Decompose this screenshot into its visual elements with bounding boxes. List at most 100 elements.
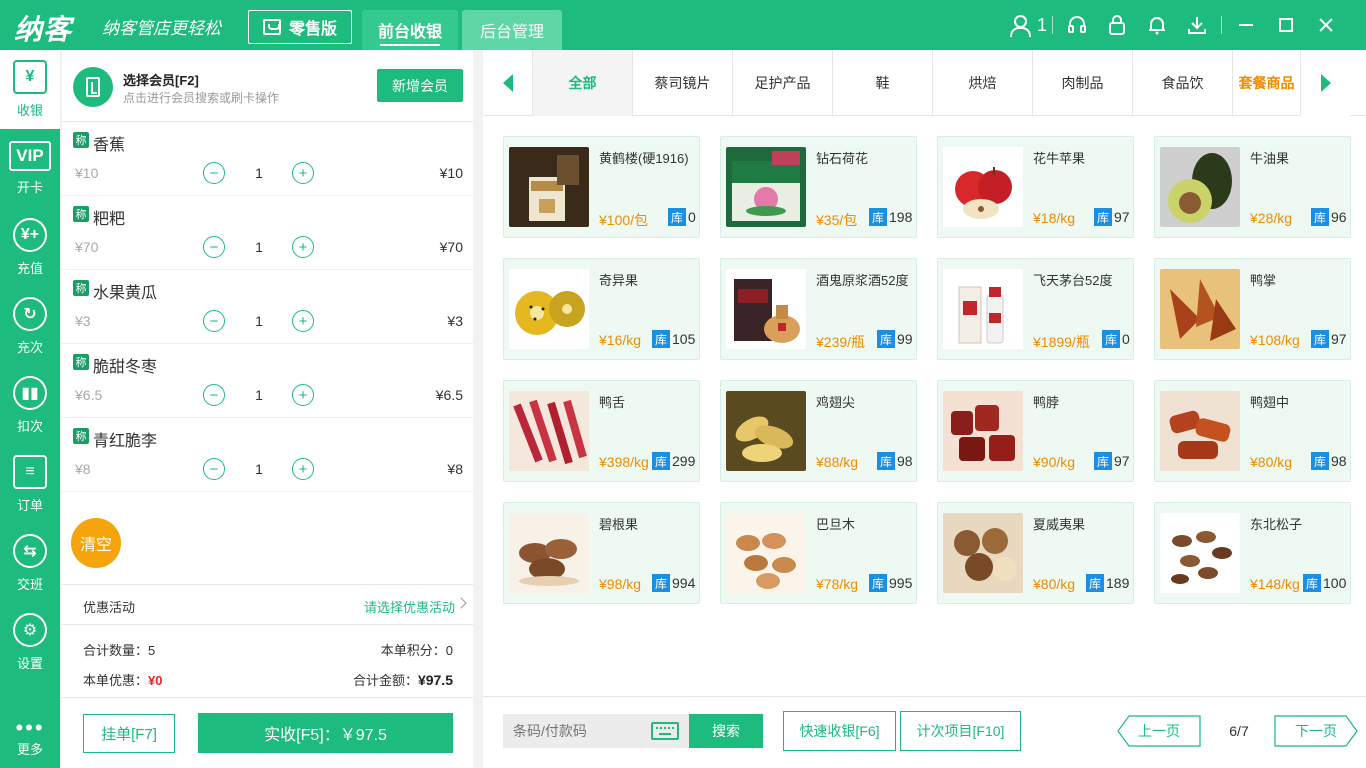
product-card[interactable]: 牛油果 ¥28/kg 库 96: [1154, 136, 1351, 238]
lock-icon[interactable]: [1097, 0, 1137, 50]
search-button[interactable]: 搜索: [689, 714, 763, 748]
increase-qty-button[interactable]: +: [292, 458, 314, 480]
maximize-icon: [1279, 18, 1293, 32]
increase-qty-button[interactable]: +: [292, 236, 314, 258]
retail-edition-button[interactable]: 零售版: [248, 10, 352, 44]
product-card[interactable]: 鸭翅中 ¥80/kg 库 98: [1154, 380, 1351, 482]
nav-orders[interactable]: ≡ 订单: [0, 445, 60, 524]
product-card[interactable]: 黄鹤楼(硬1916) ¥100/包 库 0: [503, 136, 700, 238]
prev-page-button[interactable]: 上一页: [1117, 715, 1201, 747]
next-page-button[interactable]: 下一页: [1274, 715, 1358, 747]
cart-item[interactable]: 称水果黄瓜 ¥3−1 + ¥3: [62, 270, 473, 344]
category-tab[interactable]: 蔡司镜片: [633, 50, 733, 116]
maximize-button[interactable]: [1266, 0, 1306, 50]
tab-back-office[interactable]: 后台管理: [462, 10, 562, 50]
cart-item[interactable]: 称香蕉 ¥10 − 1 + ¥10: [62, 122, 473, 196]
promotion-select[interactable]: 请选择优惠活动: [364, 597, 455, 616]
nav-settings[interactable]: ⚙ 设置: [0, 603, 60, 682]
promotion-row[interactable]: 优惠活动 请选择优惠活动: [62, 584, 473, 625]
user-menu[interactable]: 1: [1008, 0, 1048, 50]
keyboard-icon[interactable]: [651, 722, 679, 740]
category-tab[interactable]: 鞋: [833, 50, 933, 116]
product-card[interactable]: 飞天茅台52度 ¥1899/瓶库 0: [937, 258, 1134, 360]
decrease-qty-button[interactable]: −: [203, 310, 225, 332]
product-thumbnail: [726, 269, 806, 349]
nav-more[interactable]: ••• 更多: [0, 715, 60, 758]
title-bar: 纳客 纳客管店更轻松 零售版 前台收银 后台管理 1: [0, 0, 1366, 50]
download-icon[interactable]: [1177, 0, 1217, 50]
tab-front-cashier[interactable]: 前台收银: [362, 10, 458, 50]
nav-recharge[interactable]: ¥+ 充值: [0, 208, 60, 287]
new-member-button[interactable]: 新增会员: [377, 69, 463, 102]
product-card[interactable]: 东北松子 ¥148/kg 库 100: [1154, 502, 1351, 604]
cart-item-qty[interactable]: 1: [247, 461, 271, 477]
category-tab[interactable]: 全部: [533, 50, 633, 116]
minimize-button[interactable]: [1226, 0, 1266, 50]
decrease-qty-button[interactable]: −: [203, 384, 225, 406]
product-card[interactable]: 巴旦木 ¥78/kg 库 995: [720, 502, 917, 604]
nav-cashier[interactable]: ¥ 收银: [0, 50, 60, 129]
product-card[interactable]: 奇异果 ¥16/kg 库 105: [503, 258, 700, 360]
nav-open-card[interactable]: VIP 开卡: [0, 129, 60, 208]
cart-item[interactable]: 称青红脆李 ¥8−1 + ¥8: [62, 418, 473, 492]
product-card[interactable]: 鸭掌 ¥108/kg 库 97: [1154, 258, 1351, 360]
product-card[interactable]: 夏威夷果 ¥80/kg 库 189: [937, 502, 1134, 604]
hold-order-button[interactable]: 挂单[F7]: [83, 714, 175, 753]
category-tab[interactable]: 肉制品: [1033, 50, 1133, 116]
decrease-qty-button[interactable]: −: [203, 236, 225, 258]
cart-item-name: 水果黄瓜: [93, 285, 158, 302]
category-tab[interactable]: 食品饮: [1133, 50, 1233, 116]
deduct-times-icon: ▮▮: [13, 376, 47, 410]
clear-cart-button[interactable]: 清空: [71, 518, 121, 568]
category-prev-button[interactable]: [483, 50, 533, 116]
product-card[interactable]: 鸭脖 ¥90/kg 库 97: [937, 380, 1134, 482]
member-selector[interactable]: 选择会员[F2] 点击进行会员搜索或刷卡操作 新增会员: [62, 50, 473, 122]
quick-checkout-button[interactable]: 快速收银[F6]: [783, 711, 896, 751]
cart-item-qty[interactable]: 1: [247, 387, 271, 403]
product-card[interactable]: 钻石荷花 ¥35/包库 198: [720, 136, 917, 238]
cart-item[interactable]: 称粑粑 ¥70 − 1 + ¥70: [62, 196, 473, 270]
product-thumbnail: [726, 513, 806, 593]
product-card[interactable]: 鸭舌 ¥398/kg 库 299: [503, 380, 700, 482]
checkout-button[interactable]: 实收[F5]：￥97.5: [198, 713, 453, 753]
order-summary: 合计数量：5 本单积分：0 本单优惠：¥0 合计金额：¥97.5: [62, 626, 473, 698]
category-tab[interactable]: 套餐商品: [1233, 50, 1300, 116]
category-next-button[interactable]: [1300, 50, 1350, 116]
product-card[interactable]: 碧根果 ¥98/kg 库 994: [503, 502, 700, 604]
product-stock: 0: [1122, 331, 1130, 347]
bell-icon[interactable]: [1137, 0, 1177, 50]
increase-qty-button[interactable]: +: [292, 162, 314, 184]
product-card[interactable]: 酒鬼原浆酒52度 ¥239/瓶库 99: [720, 258, 917, 360]
increase-qty-button[interactable]: +: [292, 310, 314, 332]
cart-item-qty[interactable]: 1: [247, 165, 271, 181]
prev-page-label: 上一页: [1138, 723, 1180, 739]
product-card[interactable]: 鸡翅尖 ¥88/kg 库 98: [720, 380, 917, 482]
product-thumbnail: [509, 147, 589, 227]
cart-item-subtotal: ¥6.5: [435, 387, 463, 403]
more-dots-icon: •••: [15, 715, 45, 740]
increase-qty-button[interactable]: +: [292, 384, 314, 406]
cart-item[interactable]: 称脆甜冬枣 ¥6.5 − 1 + ¥6.5: [62, 344, 473, 418]
cart-item-unit-price: ¥10: [75, 165, 99, 181]
product-name: 花牛苹果: [1033, 151, 1086, 166]
nav-more-label: 更多: [16, 742, 43, 757]
user-icon: [1009, 15, 1031, 37]
cart-item-qty[interactable]: 1: [247, 239, 271, 255]
category-tab[interactable]: 烘焙: [933, 50, 1033, 116]
close-button[interactable]: [1306, 0, 1346, 50]
nav-shift-handover[interactable]: ⇆ 交班: [0, 524, 60, 603]
product-thumbnail: [1160, 269, 1240, 349]
decrease-qty-button[interactable]: −: [203, 162, 225, 184]
cart-item-qty[interactable]: 1: [247, 313, 271, 329]
nav-deduct-times[interactable]: ▮▮ 扣次: [0, 366, 60, 445]
headset-icon[interactable]: [1057, 0, 1097, 50]
product-card[interactable]: 花牛苹果 ¥18/kg 库 97: [937, 136, 1134, 238]
nav-recharge-times[interactable]: ↻ 充次: [0, 287, 60, 366]
cart-item-subtotal: ¥10: [439, 165, 463, 181]
left-nav: ¥ 收银 VIP 开卡 ¥+ 充值 ↻ 充次 ▮▮ 扣次 ≡ 订单 ⇆ 交班 ⚙…: [0, 50, 60, 768]
weigh-badge: 称: [73, 280, 89, 296]
decrease-qty-button[interactable]: −: [203, 458, 225, 480]
cart-item-name: 青红脆李: [93, 433, 158, 450]
category-tab[interactable]: 足护产品: [733, 50, 833, 116]
count-items-button[interactable]: 计次项目[F10]: [900, 711, 1021, 751]
